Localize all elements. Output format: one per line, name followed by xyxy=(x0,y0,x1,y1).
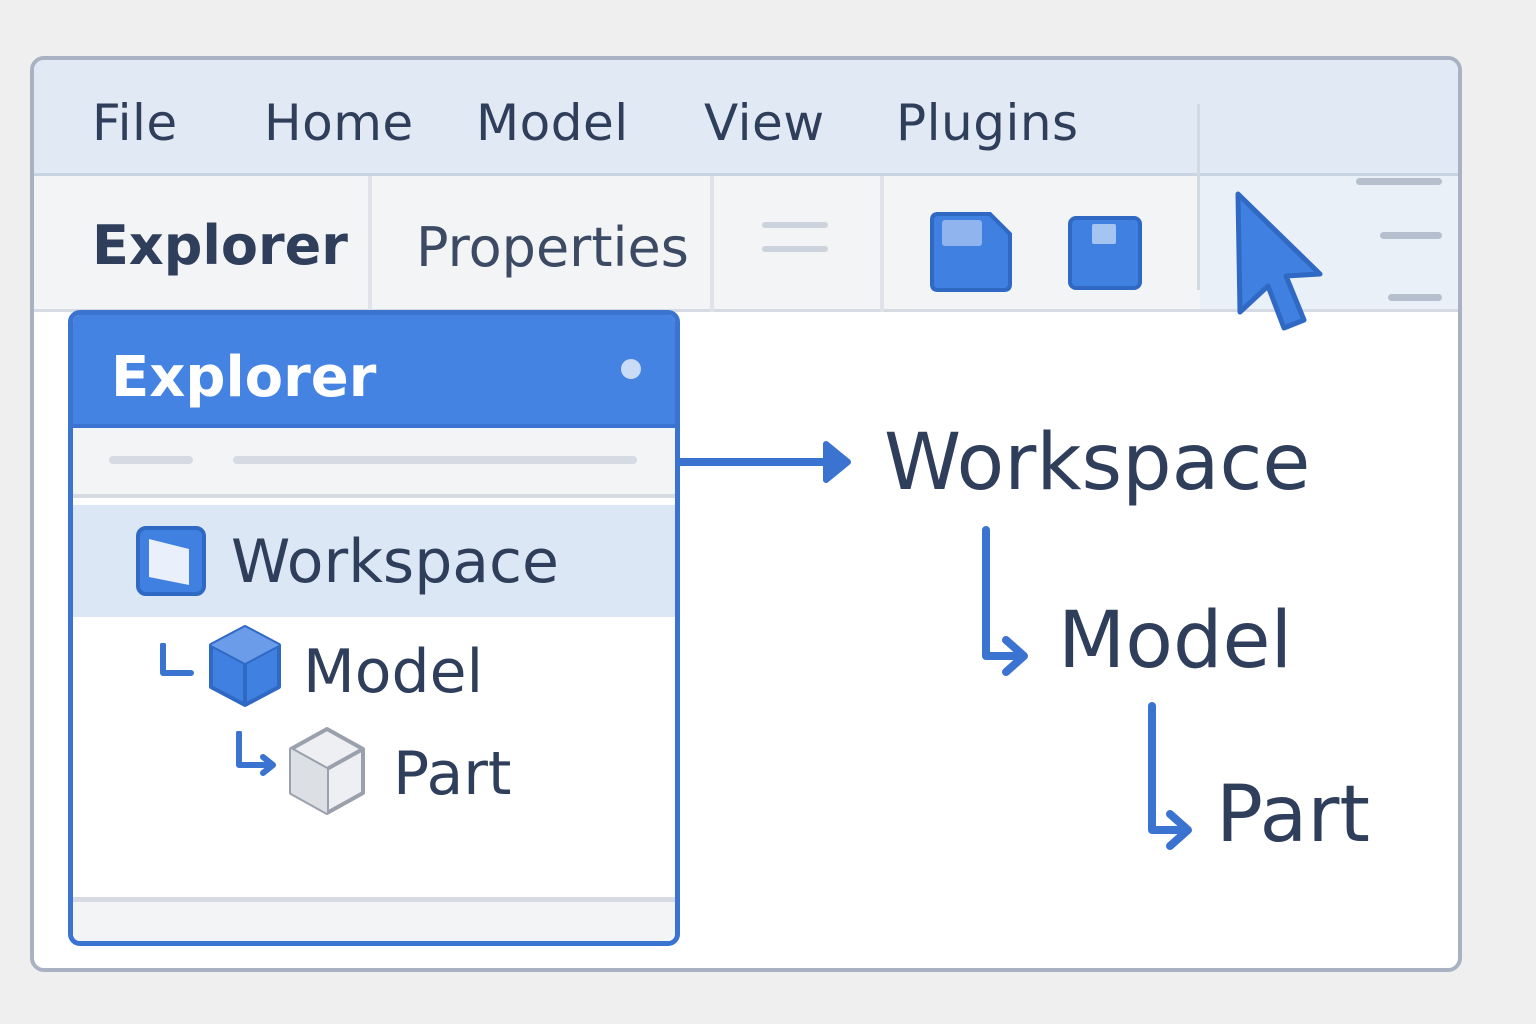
hierarchy-connectors xyxy=(676,441,1192,850)
hierarchy-node-model: Model xyxy=(1058,596,1293,686)
connector-arrow-icon xyxy=(1148,702,1192,850)
connector-arrow-icon xyxy=(982,526,1028,676)
connector-arrow-icon xyxy=(676,441,851,483)
hierarchy-node-workspace: Workspace xyxy=(884,418,1311,508)
hierarchy-node-part: Part xyxy=(1216,770,1370,860)
